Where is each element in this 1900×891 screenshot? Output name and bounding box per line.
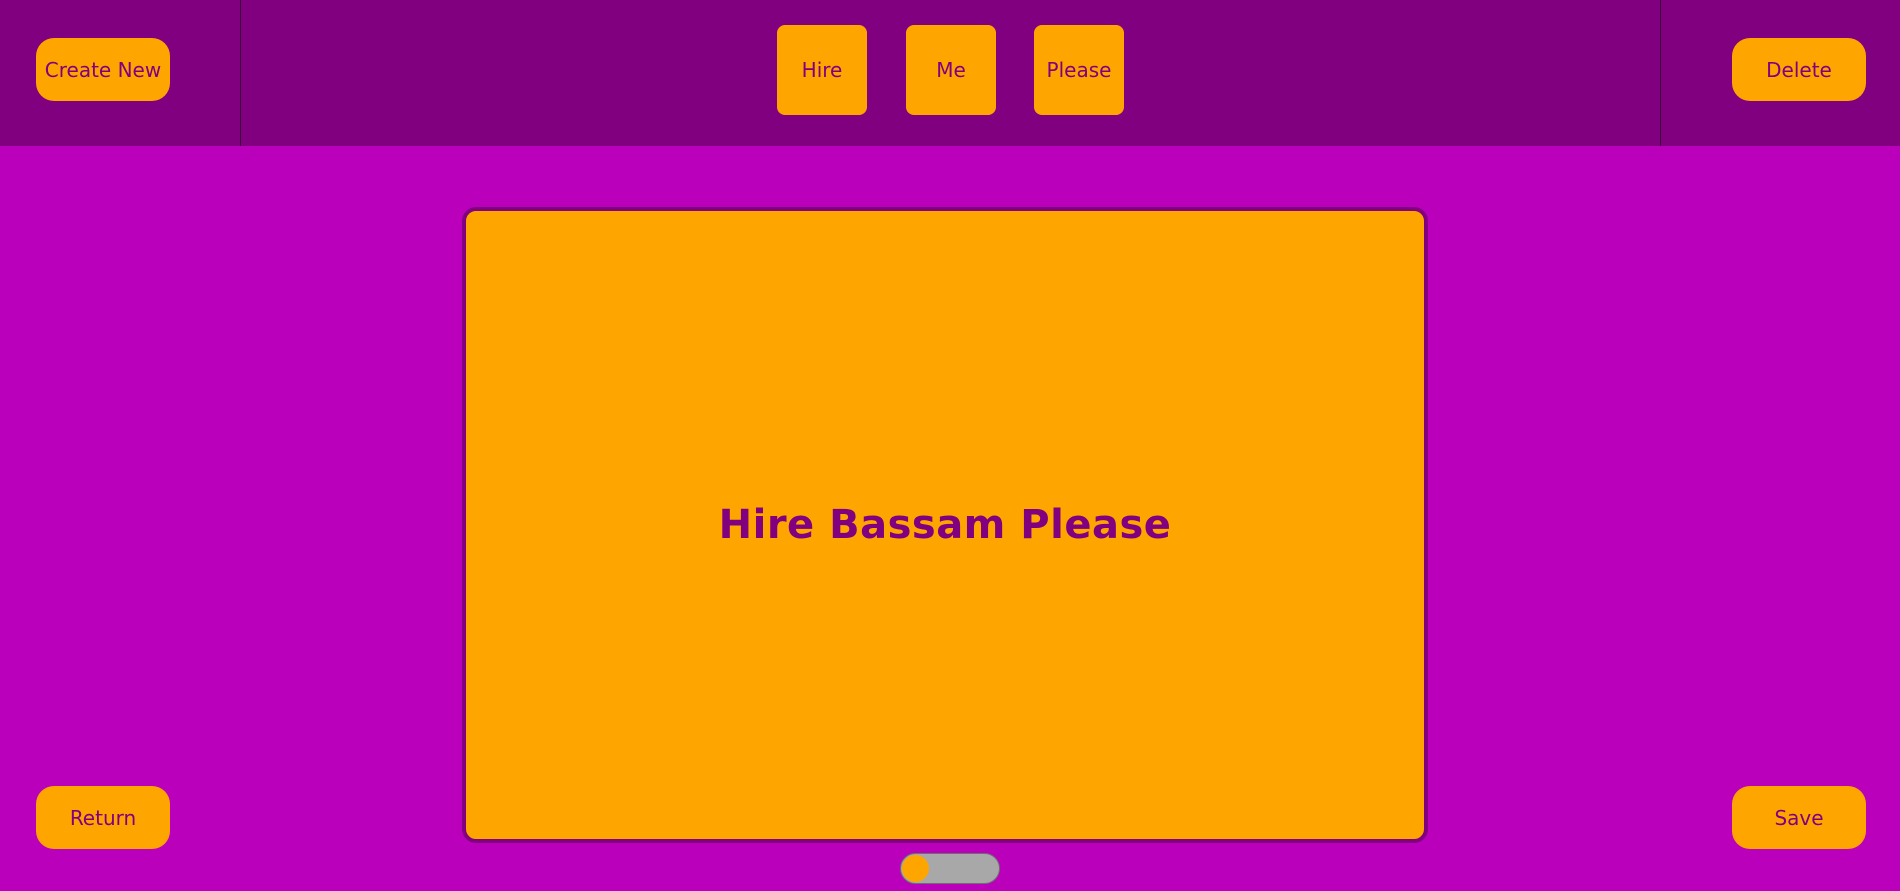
return-button[interactable]: Return	[36, 786, 170, 849]
top-toolbar: Create New Hire Me Please Delete	[0, 0, 1900, 146]
toggle-knob	[902, 855, 929, 882]
delete-button[interactable]: Delete	[1732, 38, 1866, 101]
flashcard-text: Hire Bassam Please	[718, 502, 1172, 548]
toolbar-divider-right	[1660, 0, 1661, 146]
hire-word-button[interactable]: Hire	[777, 25, 867, 115]
flip-toggle[interactable]	[900, 853, 1000, 884]
me-word-button[interactable]: Me	[906, 25, 996, 115]
app-root: Create New Hire Me Please Delete Hire Ba…	[0, 0, 1900, 891]
toolbar-divider-left	[240, 0, 241, 146]
create-new-button[interactable]: Create New	[36, 38, 170, 101]
please-word-button[interactable]: Please	[1034, 25, 1124, 115]
flashcard[interactable]: Hire Bassam Please	[462, 207, 1428, 843]
save-button[interactable]: Save	[1732, 786, 1866, 849]
